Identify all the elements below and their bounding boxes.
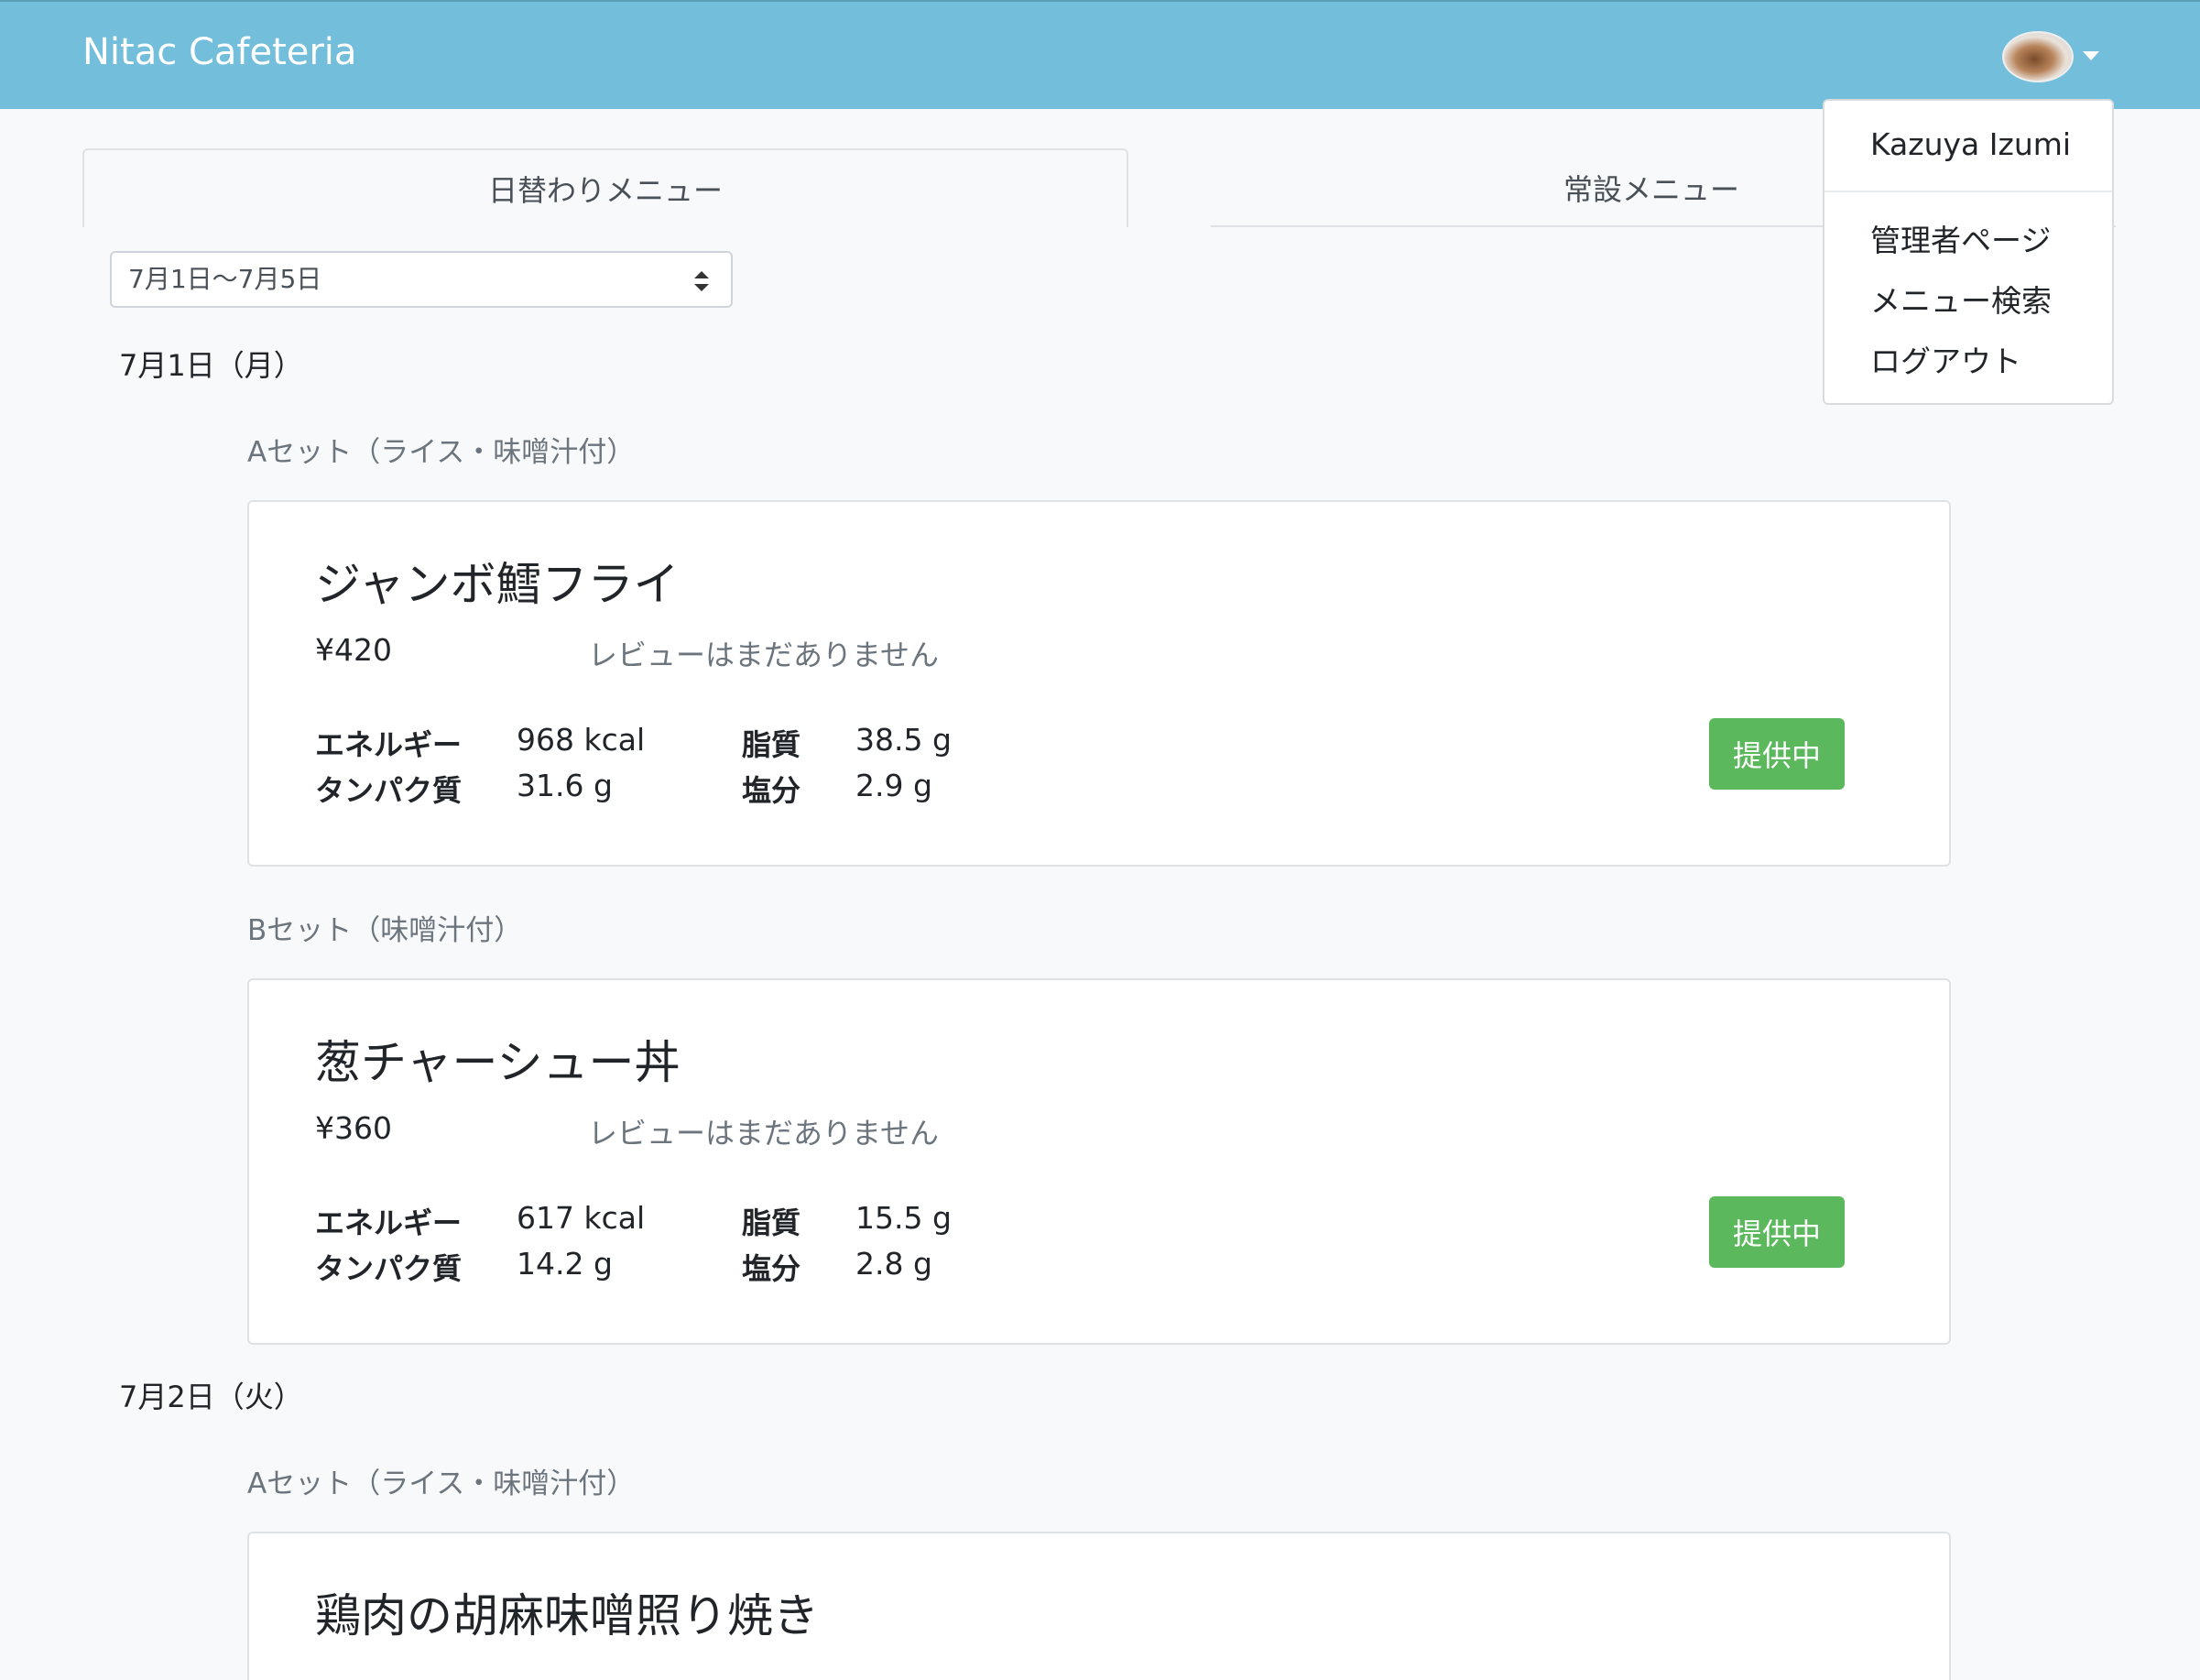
dish-price: ¥420	[315, 632, 392, 668]
menu-card[interactable]: 葱チャーシュー丼 ¥360 レビューはまだありません エネルギー 617 kca…	[247, 978, 1951, 1345]
review-status: レビューはまだありません	[588, 638, 940, 672]
caret-down-icon[interactable]	[2083, 51, 2099, 60]
fat-value: 15.5 g	[855, 1200, 952, 1236]
salt-value: 2.8 g	[855, 1246, 932, 1282]
energy-value: 617 kcal	[517, 1200, 646, 1236]
menu-item-admin-page[interactable]: 管理者ページ	[1870, 216, 2051, 260]
energy-value: 968 kcal	[517, 722, 646, 758]
status-badge: 提供中	[1709, 1196, 1845, 1268]
dish-name[interactable]: 鶏肉の胡麻味噌照り焼き	[315, 1579, 819, 1645]
menu-card[interactable]: ジャンボ鱈フライ ¥420 レビューはまだありません エネルギー 968 kca…	[247, 500, 1951, 867]
navbar: Nitac Cafeteria	[0, 0, 2200, 109]
protein-value: 31.6 g	[517, 768, 613, 803]
salt-label: 塩分	[742, 773, 801, 808]
day-heading: 7月2日（火）	[119, 1380, 303, 1414]
dropdown-divider	[1824, 191, 2112, 192]
dish-price: ¥360	[315, 1110, 392, 1146]
day-heading: 7月1日（月）	[119, 348, 303, 383]
dish-name[interactable]: ジャンボ鱈フライ	[315, 548, 680, 614]
set-label: Bセット（味噌汁付）	[247, 914, 523, 947]
protein-value: 14.2 g	[517, 1246, 613, 1282]
brand-title[interactable]: Nitac Cafeteria	[82, 31, 356, 73]
fat-value: 38.5 g	[855, 722, 952, 758]
tab-daily-menu[interactable]: 日替わりメニュー	[82, 148, 1128, 227]
dropdown-user-name: Kazuya Izumi	[1870, 126, 2072, 162]
energy-label: エネルギー	[315, 1205, 463, 1240]
status-badge: 提供中	[1709, 718, 1845, 790]
select-arrows-icon	[694, 271, 709, 291]
menu-tabs: 日替わりメニュー 常設メニュー	[82, 148, 2116, 227]
week-select[interactable]: 7月1日〜7月5日	[110, 251, 733, 308]
set-label: Aセット（ライス・味噌汁付）	[247, 1467, 636, 1500]
salt-value: 2.9 g	[855, 768, 932, 803]
protein-label: タンパク質	[315, 773, 463, 808]
set-label: Aセット（ライス・味噌汁付）	[247, 436, 636, 469]
user-dropdown-menu: Kazuya Izumi 管理者ページ メニュー検索 ログアウト	[1823, 99, 2114, 405]
dish-name[interactable]: 葱チャーシュー丼	[315, 1026, 681, 1092]
menu-item-menu-search[interactable]: メニュー検索	[1870, 277, 2052, 321]
salt-label: 塩分	[742, 1251, 801, 1286]
fat-label: 脂質	[742, 727, 801, 762]
week-select-value: 7月1日〜7月5日	[128, 264, 322, 294]
review-status: レビューはまだありません	[588, 1116, 940, 1151]
menu-item-logout[interactable]: ログアウト	[1870, 337, 2021, 381]
energy-label: エネルギー	[315, 727, 463, 762]
protein-label: タンパク質	[315, 1251, 463, 1286]
user-avatar-icon[interactable]	[2002, 31, 2074, 82]
fat-label: 脂質	[742, 1205, 801, 1240]
menu-card[interactable]: 鶏肉の胡麻味噌照り焼き	[247, 1532, 1951, 1680]
